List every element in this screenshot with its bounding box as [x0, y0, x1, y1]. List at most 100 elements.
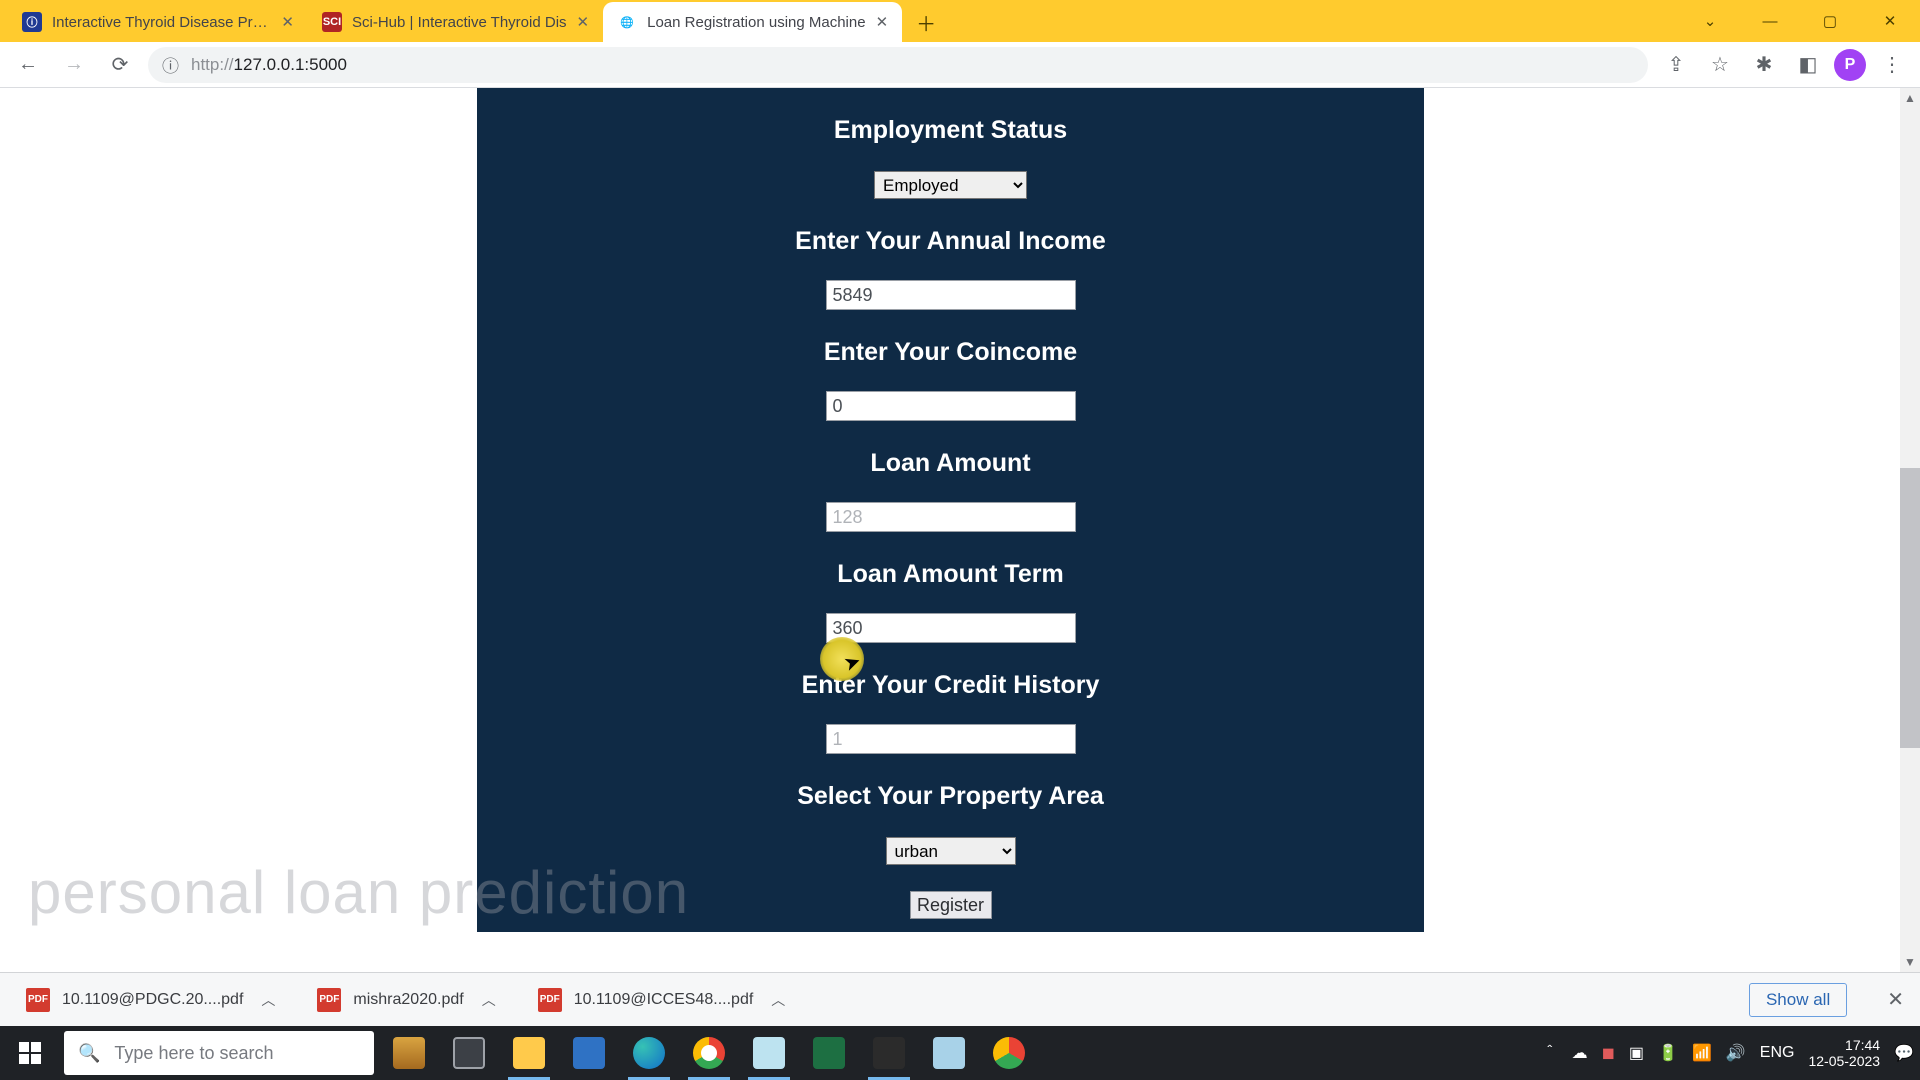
- start-button[interactable]: [0, 1026, 60, 1080]
- task-view-icon[interactable]: [440, 1026, 498, 1080]
- show-all-downloads-button[interactable]: Show all: [1749, 983, 1847, 1017]
- label-credit-history: Enter Your Credit History: [802, 671, 1100, 700]
- loan-form-panel: Employment Status Employed Enter Your An…: [477, 88, 1424, 932]
- back-button[interactable]: ←: [10, 47, 46, 83]
- tray-chevron-icon[interactable]: ＾: [1542, 1041, 1558, 1065]
- tray-meet-icon[interactable]: ▣: [1629, 1043, 1644, 1063]
- minimize-button[interactable]: —: [1740, 0, 1800, 42]
- browser-titlebar: ⓘ Interactive Thyroid Disease Predi ✕ SC…: [0, 0, 1920, 42]
- tray-battery-icon[interactable]: 🔋: [1658, 1043, 1678, 1063]
- search-icon: 🔍: [78, 1043, 100, 1064]
- favicon-ieee-icon: ⓘ: [22, 12, 42, 32]
- windows-taskbar: 🔍 Type here to search ＾ ☁ ◼ ▣ 🔋 📶 🔊 ENG …: [0, 1026, 1920, 1080]
- sidepanel-icon[interactable]: ◧: [1790, 47, 1826, 83]
- windows-logo-icon: [19, 1042, 41, 1064]
- chevron-up-icon[interactable]: ︿: [482, 990, 496, 1010]
- loan-amount-input[interactable]: [826, 502, 1076, 532]
- url-text: http://127.0.0.1:5000: [191, 55, 347, 75]
- share-icon[interactable]: ⇪: [1658, 47, 1694, 83]
- chrome2-icon[interactable]: [980, 1026, 1038, 1080]
- close-icon[interactable]: ✕: [577, 13, 590, 31]
- site-info-icon[interactable]: ⓘ: [162, 52, 179, 77]
- snip-icon[interactable]: [920, 1026, 978, 1080]
- extensions-icon[interactable]: ✱: [1746, 47, 1782, 83]
- taskbar-search[interactable]: 🔍 Type here to search: [64, 1031, 374, 1075]
- toolbar-right: ⇪ ☆ ✱ ◧ P ⋮: [1658, 47, 1910, 83]
- download-filename: 10.1109@PDGC.20....pdf: [62, 991, 243, 1009]
- employment-select[interactable]: Employed: [874, 171, 1027, 199]
- excel-icon[interactable]: [800, 1026, 858, 1080]
- tab-title: Interactive Thyroid Disease Predi: [52, 14, 271, 31]
- download-filename: mishra2020.pdf: [353, 991, 463, 1009]
- system-tray: ＾ ☁ ◼ ▣ 🔋 📶 🔊 ENG 17:44 12-05-2023 💬: [1542, 1037, 1920, 1069]
- forward-button[interactable]: →: [56, 47, 92, 83]
- tray-wifi-icon[interactable]: 📶: [1692, 1043, 1712, 1063]
- tab-scihub[interactable]: SCI Sci-Hub | Interactive Thyroid Dis ✕: [308, 2, 603, 42]
- tab-loan[interactable]: 🌐 Loan Registration using Machine ✕: [603, 2, 902, 42]
- bookmark-icon[interactable]: ☆: [1702, 47, 1738, 83]
- annual-income-input[interactable]: [826, 280, 1076, 310]
- download-item[interactable]: PDF mishra2020.pdf ︿: [307, 980, 505, 1020]
- chevron-up-icon[interactable]: ︿: [261, 990, 275, 1010]
- tab-thyroid[interactable]: ⓘ Interactive Thyroid Disease Predi ✕: [8, 2, 308, 42]
- favicon-globe-icon: 🌐: [617, 12, 637, 32]
- coincome-input[interactable]: [826, 391, 1076, 421]
- label-loan-term: Loan Amount Term: [837, 560, 1063, 589]
- tray-security-icon[interactable]: ◼: [1602, 1043, 1615, 1063]
- omnibox[interactable]: ⓘ http://127.0.0.1:5000: [148, 47, 1648, 83]
- menu-icon[interactable]: ⋮: [1874, 47, 1910, 83]
- maximize-button[interactable]: ▢: [1800, 0, 1860, 42]
- profile-avatar[interactable]: P: [1834, 49, 1866, 81]
- vertical-scrollbar[interactable]: ▲ ▼: [1900, 88, 1920, 972]
- taskbar-weather-icon[interactable]: [380, 1026, 438, 1080]
- taskbar-apps: [380, 1026, 1038, 1080]
- chevron-up-icon[interactable]: ︿: [771, 990, 785, 1010]
- chrome-icon[interactable]: [680, 1026, 738, 1080]
- tray-clock[interactable]: 17:44 12-05-2023: [1808, 1037, 1880, 1069]
- favicon-scihub-icon: SCI: [322, 12, 342, 32]
- label-income: Enter Your Annual Income: [795, 227, 1106, 256]
- pdf-icon: PDF: [538, 988, 562, 1012]
- tab-strip: ⓘ Interactive Thyroid Disease Predi ✕ SC…: [0, 0, 944, 42]
- scroll-up-icon[interactable]: ▲: [1900, 88, 1920, 108]
- label-loan-amount: Loan Amount: [870, 449, 1030, 478]
- file-explorer-icon[interactable]: [500, 1026, 558, 1080]
- register-button[interactable]: Register: [910, 891, 992, 919]
- label-employment: Employment Status: [834, 116, 1067, 145]
- new-tab-button[interactable]: ＋: [908, 4, 944, 40]
- tray-volume-icon[interactable]: 🔊: [1726, 1043, 1746, 1063]
- property-area-select[interactable]: urban: [886, 837, 1016, 865]
- tray-language[interactable]: ENG: [1760, 1044, 1795, 1062]
- download-item[interactable]: PDF 10.1109@PDGC.20....pdf ︿: [16, 980, 285, 1020]
- close-icon[interactable]: ✕: [876, 13, 889, 31]
- reload-button[interactable]: ⟳: [102, 47, 138, 83]
- notepad-icon[interactable]: [740, 1026, 798, 1080]
- pdf-icon: PDF: [317, 988, 341, 1012]
- notifications-icon[interactable]: 💬: [1894, 1043, 1914, 1063]
- terminal-icon[interactable]: [860, 1026, 918, 1080]
- tab-title: Loan Registration using Machine: [647, 14, 865, 31]
- store-icon[interactable]: [560, 1026, 618, 1080]
- close-window-button[interactable]: ✕: [1860, 0, 1920, 42]
- credit-history-input[interactable]: [826, 724, 1076, 754]
- loan-term-input[interactable]: [826, 613, 1076, 643]
- tray-onedrive-icon[interactable]: ☁: [1572, 1043, 1588, 1063]
- pdf-icon: PDF: [26, 988, 50, 1012]
- tab-title: Sci-Hub | Interactive Thyroid Dis: [352, 14, 567, 31]
- scroll-down-icon[interactable]: ▼: [1900, 952, 1920, 972]
- video-watermark: personal loan prediction: [28, 858, 689, 927]
- chevron-down-icon[interactable]: ⌄: [1680, 0, 1740, 42]
- loan-form: Employment Status Employed Enter Your An…: [477, 88, 1424, 919]
- window-controls: ⌄ — ▢ ✕: [1680, 0, 1920, 42]
- search-placeholder: Type here to search: [114, 1043, 273, 1064]
- close-downloads-bar-button[interactable]: ✕: [1887, 987, 1904, 1012]
- address-bar: ← → ⟳ ⓘ http://127.0.0.1:5000 ⇪ ☆ ✱ ◧ P …: [0, 42, 1920, 88]
- download-filename: 10.1109@ICCES48....pdf: [574, 991, 754, 1009]
- close-icon[interactable]: ✕: [281, 13, 294, 31]
- scroll-thumb[interactable]: [1900, 468, 1920, 748]
- label-property-area: Select Your Property Area: [797, 782, 1104, 811]
- download-item[interactable]: PDF 10.1109@ICCES48....pdf ︿: [528, 980, 796, 1020]
- edge-icon[interactable]: [620, 1026, 678, 1080]
- label-coincome: Enter Your Coincome: [824, 338, 1077, 367]
- page-viewport: Employment Status Employed Enter Your An…: [0, 88, 1920, 972]
